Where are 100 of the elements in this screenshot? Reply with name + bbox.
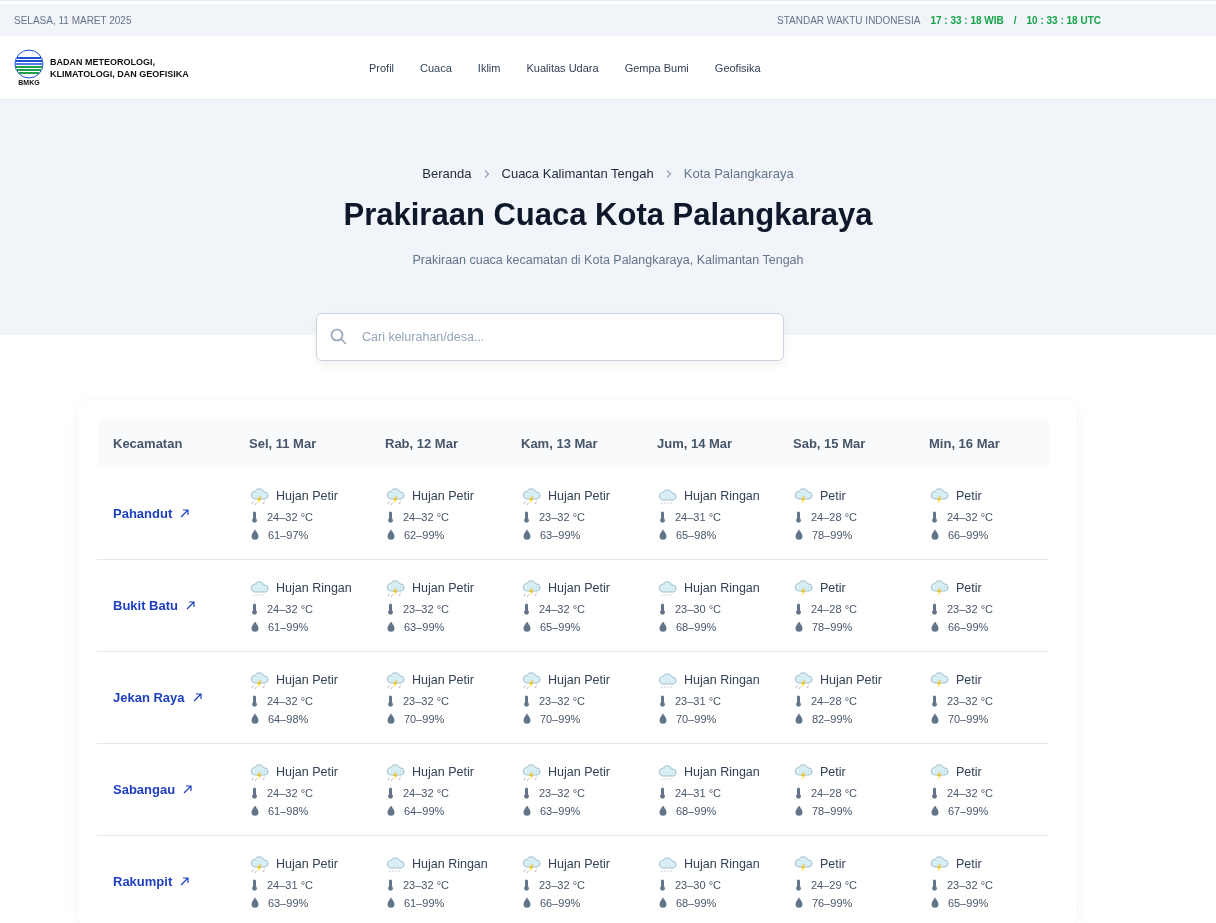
humidity-range: 70–99%: [676, 712, 717, 725]
weather-condition: Hujan Ringan: [684, 764, 760, 779]
breadcrumb-link[interactable]: Kota Palangkaraya: [683, 166, 794, 181]
nav-link[interactable]: Iklim: [464, 55, 514, 80]
nav-link[interactable]: Kualitas Udara: [513, 55, 612, 80]
temperature-range: 23–32 °C: [539, 694, 585, 707]
thermometer-icon: [387, 694, 394, 707]
weather-condition: Petir: [820, 764, 846, 779]
nav-link[interactable]: Cuaca: [407, 55, 465, 80]
weather-condition: Hujan Petir: [820, 672, 882, 687]
humidity-range: 64–99%: [404, 804, 445, 817]
thermometer-icon: [659, 694, 666, 707]
temperature-range: 24–28 °C: [811, 510, 857, 523]
cloud-drizzle-icon: [657, 762, 677, 781]
time-separator: /: [1013, 14, 1017, 26]
droplet-icon: [795, 897, 803, 908]
weather-condition: Hujan Petir: [276, 672, 338, 687]
temperature-range: 24–32 °C: [539, 602, 585, 615]
humidity-range: 64–98%: [268, 712, 309, 725]
thermometer-icon: [251, 602, 258, 615]
droplet-icon: [251, 713, 259, 724]
droplet-icon: [659, 713, 667, 724]
search-field[interactable]: Cari kelurahan/desa...: [316, 313, 784, 361]
droplet-icon: [387, 805, 395, 816]
humidity-range: 66–99%: [948, 528, 989, 541]
cloud-drizzle-icon: [657, 486, 677, 505]
cloud-drizzle-icon: [657, 670, 677, 689]
cloud-rain-lightning-icon: [521, 762, 541, 781]
thermometer-icon: [931, 786, 938, 799]
weather-condition: Hujan Ringan: [412, 856, 488, 871]
thermometer-icon: [795, 602, 802, 615]
weather-condition: Petir: [820, 856, 846, 871]
district-link[interactable]: Sabangau: [113, 782, 176, 797]
breadcrumb-link[interactable]: Beranda: [422, 166, 472, 181]
temperature-range: 23–32 °C: [947, 694, 993, 707]
weather-condition: Petir: [820, 580, 846, 595]
time-label: STANDAR WAKTU INDONESIA: [777, 14, 921, 26]
thermometer-icon: [795, 878, 802, 891]
humidity-range: 67–99%: [948, 804, 989, 817]
district-link[interactable]: Rakumpit: [113, 874, 173, 889]
humidity-range: 70–99%: [404, 712, 445, 725]
weather-condition: Petir: [820, 488, 846, 503]
droplet-icon: [387, 529, 395, 540]
humidity-range: 78–99%: [812, 528, 853, 541]
column-header: Kecamatan: [112, 436, 184, 451]
column-header: Kam, 13 Mar: [520, 436, 599, 451]
droplet-icon: [523, 713, 531, 724]
cloud-lightning-icon: [793, 854, 813, 873]
humidity-range: 63–99%: [540, 804, 581, 817]
weather-condition: Hujan Petir: [548, 764, 610, 779]
breadcrumb-link[interactable]: Cuaca Kalimantan Tengah: [501, 166, 654, 181]
weather-condition: Hujan Ringan: [684, 488, 760, 503]
cloud-lightning-icon: [929, 578, 949, 597]
nav-link[interactable]: Gempa Bumi: [611, 55, 702, 80]
thermometer-icon: [659, 510, 666, 523]
temperature-range: 24–31 °C: [675, 786, 721, 799]
cloud-drizzle-icon: [385, 854, 405, 873]
column-header: Rab, 12 Mar: [384, 436, 459, 451]
temperature-range: 23–32 °C: [403, 694, 449, 707]
humidity-range: 61–99%: [268, 620, 309, 633]
weather-condition: Petir: [956, 672, 982, 687]
date-text: SELASA, 11 MARET 2025: [14, 14, 132, 26]
district-link[interactable]: Jekan Raya: [113, 690, 185, 705]
weather-condition: Hujan Petir: [412, 672, 474, 687]
temperature-range: 23–32 °C: [947, 602, 993, 615]
temperature-range: 24–32 °C: [267, 786, 313, 799]
thermometer-icon: [659, 602, 666, 615]
droplet-icon: [523, 529, 531, 540]
district-link[interactable]: Pahandut: [113, 506, 173, 521]
droplet-icon: [251, 621, 259, 632]
external-arrow-icon: [180, 877, 190, 886]
droplet-icon: [387, 621, 395, 632]
district-link[interactable]: Bukit Batu: [113, 598, 178, 613]
weather-condition: Hujan Petir: [548, 488, 610, 503]
weather-condition: Hujan Petir: [276, 764, 338, 779]
droplet-icon: [387, 897, 395, 908]
thermometer-icon: [251, 786, 258, 799]
humidity-range: 65–98%: [676, 528, 717, 541]
cloud-rain-lightning-icon: [249, 670, 269, 689]
search-icon: [330, 328, 347, 345]
thermometer-icon: [795, 786, 802, 799]
humidity-range: 70–99%: [948, 712, 989, 725]
thermometer-icon: [659, 878, 666, 891]
temperature-range: 24–31 °C: [675, 510, 721, 523]
humidity-range: 68–99%: [676, 896, 717, 909]
nav-link[interactable]: Geofisika: [701, 55, 774, 80]
thermometer-icon: [523, 786, 530, 799]
page-title: Prakiraan Cuaca Kota Palangkaraya: [342, 197, 874, 233]
external-arrow-icon: [183, 785, 193, 794]
humidity-range: 68–99%: [676, 620, 717, 633]
nav-link[interactable]: Profil: [356, 55, 408, 80]
thermometer-icon: [523, 602, 530, 615]
thermometer-icon: [387, 510, 394, 523]
thermometer-icon: [387, 786, 394, 799]
weather-condition: Hujan Petir: [276, 856, 338, 871]
column-header: Sel, 11 Mar: [248, 436, 318, 451]
temperature-range: 24–32 °C: [947, 510, 993, 523]
droplet-icon: [795, 713, 803, 724]
thermometer-icon: [931, 878, 938, 891]
droplet-icon: [523, 621, 531, 632]
